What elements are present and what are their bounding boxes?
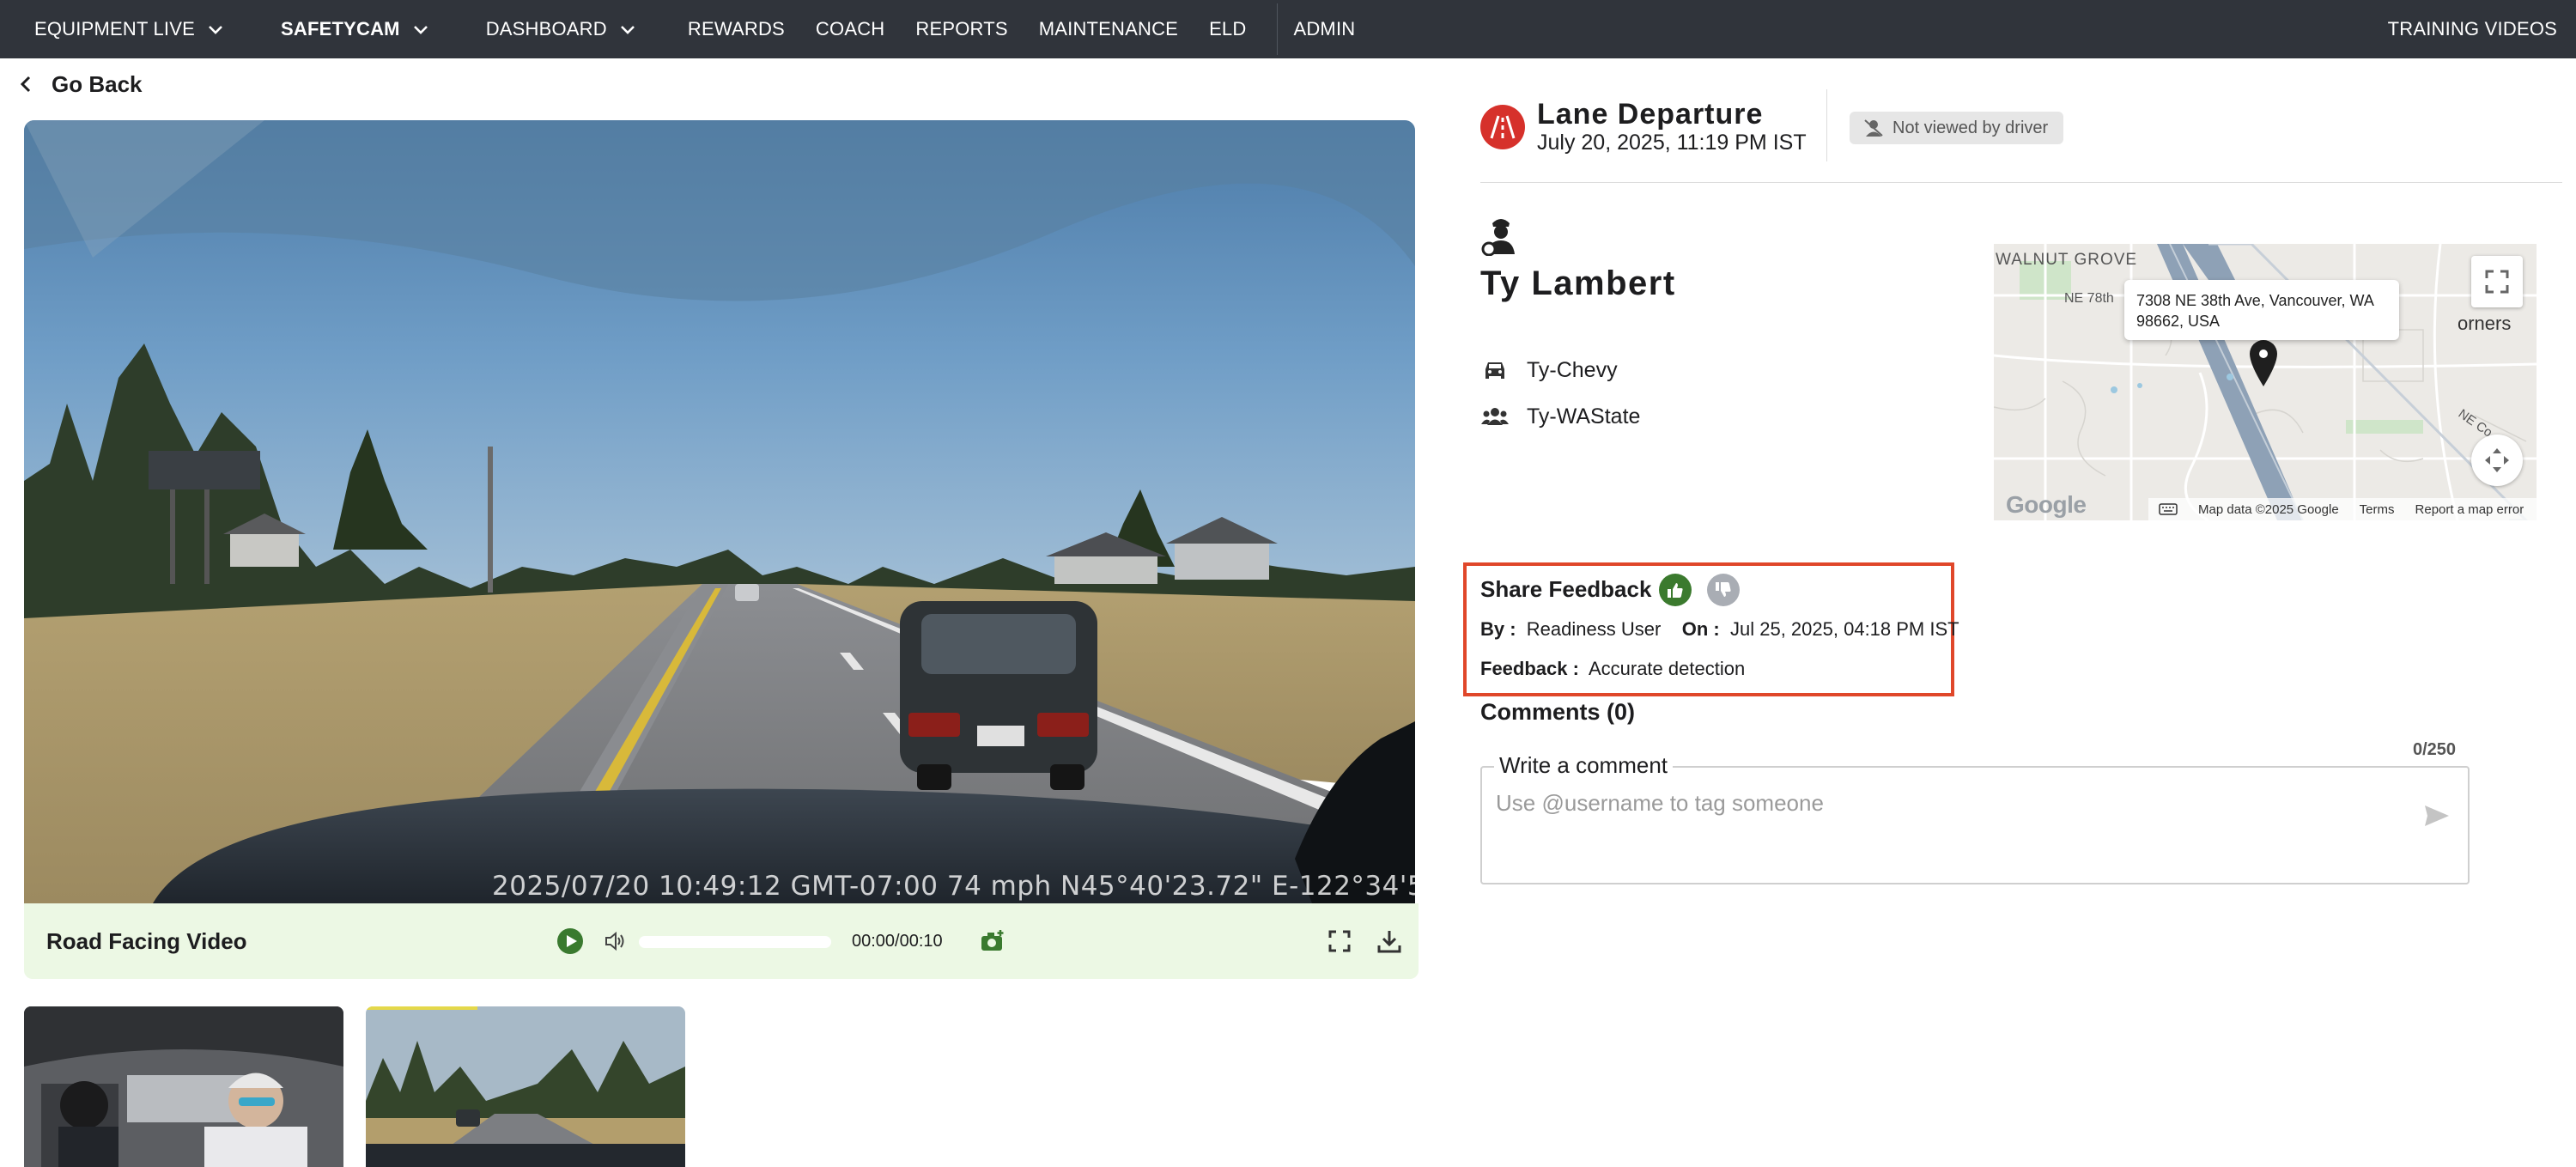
section-divider xyxy=(1480,182,2562,183)
driver-facing-preview xyxy=(24,1006,343,1167)
video-overlay-text: 2025/07/20 10:49:12 GMT-07:00 74 mph N45… xyxy=(492,871,1415,902)
map-fullscreen-button[interactable] xyxy=(2471,256,2523,307)
video-progress-bar[interactable] xyxy=(639,936,831,948)
map-report-link[interactable]: Report a map error xyxy=(2415,502,2524,517)
feedback-meta: By : Readiness User On : Jul 25, 2025, 0… xyxy=(1480,618,1959,641)
nav-maintenance[interactable]: MAINTENANCE xyxy=(1024,0,1194,58)
fullscreen-icon xyxy=(2485,270,2509,294)
map-label-walnut-grove: WALNUT GROVE xyxy=(1996,251,2137,269)
vehicle-ahead xyxy=(900,601,1097,790)
volume-icon xyxy=(605,931,624,951)
volume-button[interactable] xyxy=(601,927,629,955)
map-address-tooltip: 7308 NE 38th Ave, Vancouver, WA 98662, U… xyxy=(2124,280,2399,340)
nav-label: SAFETYCAM xyxy=(281,18,400,40)
vehicle-name: Ty-Chevy xyxy=(1527,357,1618,382)
event-date: July 20, 2025, 11:19 PM IST xyxy=(1537,131,1807,155)
nav-reports[interactable]: REPORTS xyxy=(900,0,1023,58)
nav-training-videos[interactable]: TRAINING VIDEOS xyxy=(2372,0,2576,58)
camera-icon xyxy=(981,930,1004,951)
driver-view-icon xyxy=(1864,119,1883,137)
google-logo: Google xyxy=(2006,491,2087,518)
chevron-left-icon xyxy=(20,76,31,93)
group-row: Ty-WAState xyxy=(1480,402,1640,431)
driver-icon xyxy=(1480,215,1522,260)
nav-equipment-live[interactable]: EQUIPMENT LIVE xyxy=(19,0,240,58)
play-button[interactable] xyxy=(556,927,584,955)
map-attribution: Map data ©2025 Google Terms Report a map… xyxy=(2148,498,2537,520)
thumbnail-road-facing[interactable] xyxy=(366,1006,685,1167)
viewed-status-text: Not viewed by driver xyxy=(1893,118,2049,137)
nav-safetycam[interactable]: SAFETYCAM xyxy=(265,0,445,58)
nav-eld[interactable]: ELD xyxy=(1194,0,1261,58)
nav-dashboard[interactable]: DASHBOARD xyxy=(471,0,652,58)
video-frame xyxy=(24,120,1415,903)
feedback-on-label: On : xyxy=(1681,618,1720,640)
chevron-down-icon xyxy=(620,26,635,34)
feedback-by-label: By : xyxy=(1480,618,1516,640)
video-controls: Road Facing Video 00:00/00:10 xyxy=(24,903,1419,979)
vehicle-row: Ty-Chevy xyxy=(1480,356,1618,385)
map-label-orners: orners xyxy=(2458,313,2511,334)
chevron-down-icon xyxy=(209,26,222,34)
comments-title: Comments (0) xyxy=(1480,699,1636,725)
event-title: Lane Departure xyxy=(1537,98,1764,131)
send-icon xyxy=(2425,805,2449,826)
feedback-text-value: Accurate detection xyxy=(1588,658,1746,679)
thumbs-up-icon xyxy=(1668,583,1683,598)
feedback-on-value: Jul 25, 2025, 04:18 PM IST xyxy=(1730,618,1959,640)
comment-box xyxy=(1480,766,2470,884)
comment-char-counter: 0/250 xyxy=(2413,740,2457,759)
car-icon xyxy=(1485,362,1504,379)
nav-admin[interactable]: ADMIN xyxy=(1278,0,1370,58)
road-facing-preview xyxy=(366,1006,685,1167)
feedback-title: Share Feedback xyxy=(1480,576,1652,602)
video-label: Road Facing Video xyxy=(46,927,247,954)
nav-label: DASHBOARD xyxy=(485,18,607,40)
comment-input[interactable] xyxy=(1496,790,2406,817)
thumbs-down-icon xyxy=(1716,582,1731,597)
thumbnail-driver-facing[interactable] xyxy=(24,1006,343,1167)
map-terms-link[interactable]: Terms xyxy=(2360,502,2395,517)
group-name: Ty-WAState xyxy=(1527,404,1641,429)
group-icon xyxy=(1481,408,1509,425)
map-copyright: Map data ©2025 Google xyxy=(2198,501,2339,517)
feedback-text-row: Feedback : Accurate detection xyxy=(1480,658,1745,680)
map-label-ne78th: NE 78th xyxy=(2064,291,2114,306)
video-time: 00:00/00:10 xyxy=(852,931,943,951)
nav-label: EQUIPMENT LIVE xyxy=(34,18,195,40)
nav-rewards[interactable]: REWARDS xyxy=(672,0,800,58)
thumbs-down-button[interactable] xyxy=(1707,574,1740,606)
map-pan-control[interactable] xyxy=(2471,435,2523,486)
header-divider xyxy=(1826,89,1827,161)
go-back-label: Go Back xyxy=(52,70,143,97)
lane-departure-icon xyxy=(1480,105,1525,149)
send-comment-button[interactable] xyxy=(2423,804,2451,832)
chevron-down-icon xyxy=(413,26,428,34)
nav-coach[interactable]: COACH xyxy=(800,0,900,58)
download-icon xyxy=(1377,931,1401,953)
driver-name: Ty Lambert xyxy=(1480,264,1676,302)
feedback-text-label: Feedback : xyxy=(1480,658,1579,679)
download-button[interactable] xyxy=(1374,926,1405,957)
viewed-status-badge: Not viewed by driver xyxy=(1850,112,2064,144)
thumbs-up-button[interactable] xyxy=(1659,574,1692,606)
feedback-by-value: Readiness User xyxy=(1526,618,1662,640)
go-back-button[interactable]: Go Back xyxy=(17,69,143,100)
pan-arrows-icon xyxy=(2485,448,2509,472)
comment-legend: Write a comment xyxy=(1494,752,1674,779)
snapshot-button[interactable] xyxy=(977,926,1008,957)
play-icon xyxy=(557,928,583,954)
top-nav: EQUIPMENT LIVE SAFETYCAM DASHBOARD REWAR… xyxy=(0,0,2576,58)
fullscreen-button[interactable] xyxy=(1324,926,1355,957)
keyboard-icon[interactable] xyxy=(2159,503,2178,515)
fullscreen-icon xyxy=(1328,930,1351,952)
road-facing-video[interactable]: 2025/07/20 10:49:12 GMT-07:00 74 mph N45… xyxy=(24,120,1415,903)
location-map[interactable]: WALNUT GROVE NE 78th orners NE Co 7308 N… xyxy=(1994,244,2537,520)
